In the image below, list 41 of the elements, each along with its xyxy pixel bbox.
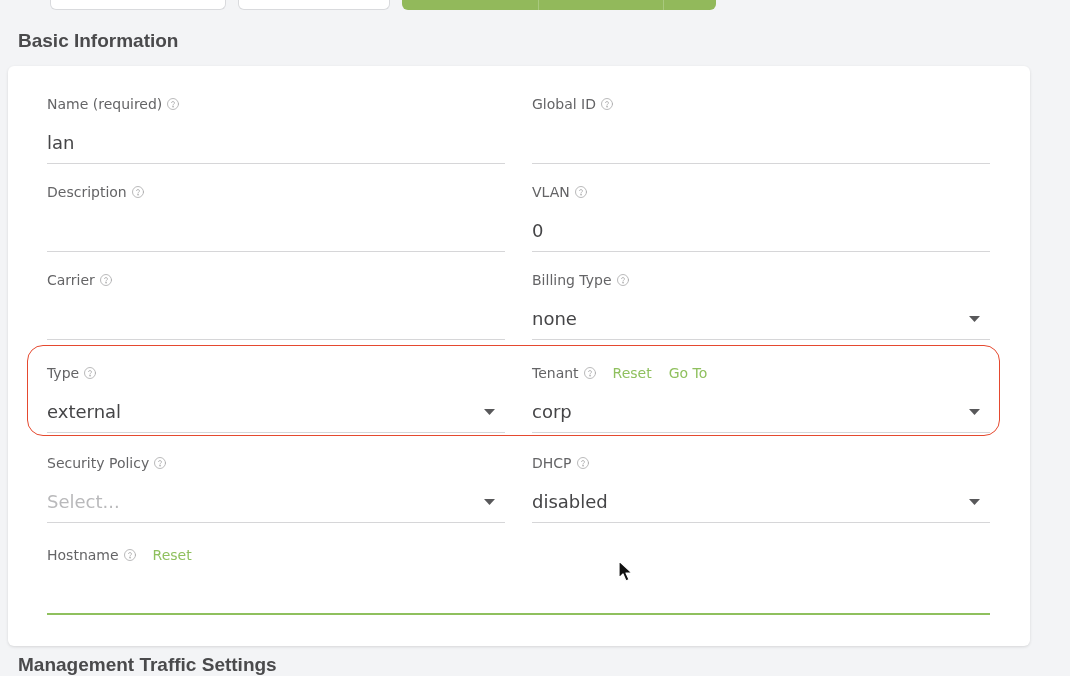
help-icon xyxy=(583,367,596,379)
field-label: Name (required) xyxy=(47,96,163,112)
text-input[interactable]: 0 xyxy=(532,210,990,252)
outline-button[interactable] xyxy=(238,0,390,10)
help-icon xyxy=(99,274,112,286)
field-label: VLAN xyxy=(532,184,570,200)
help-icon xyxy=(167,98,180,110)
primary-button[interactable] xyxy=(663,0,716,10)
field-label: Tenant xyxy=(532,365,579,381)
mouse-pointer-icon xyxy=(618,560,633,582)
field-label: Type xyxy=(47,365,80,381)
help-icon xyxy=(574,186,587,198)
caret-icon xyxy=(969,498,980,505)
field-label: Billing Type xyxy=(532,272,612,288)
dropdown-field[interactable]: disabled xyxy=(532,481,990,523)
field-label: Carrier xyxy=(47,272,95,288)
dropdown-field[interactable]: none xyxy=(532,298,990,340)
help-icon xyxy=(154,457,167,469)
field-label: Description xyxy=(47,184,127,200)
help-icon xyxy=(616,274,629,286)
field-label: Global ID xyxy=(532,96,597,112)
field-label: Hostname xyxy=(47,547,119,563)
help-icon xyxy=(131,186,144,198)
text-input[interactable]: lan xyxy=(47,122,505,164)
outline-button[interactable] xyxy=(50,0,226,10)
section-title: Management Traffic Settings xyxy=(18,655,277,675)
primary-button[interactable] xyxy=(402,0,538,10)
dropdown-field[interactable]: external xyxy=(47,391,505,433)
help-icon xyxy=(84,367,97,379)
caret-icon xyxy=(484,408,495,415)
field-label: DHCP xyxy=(532,455,572,471)
help-icon xyxy=(576,457,589,469)
section-title: Basic Information xyxy=(18,29,179,53)
dropdown-field[interactable]: corp xyxy=(532,391,990,433)
help-icon xyxy=(601,98,614,110)
primary-button[interactable] xyxy=(538,0,663,10)
caret-icon xyxy=(969,315,980,322)
field-label: Security Policy xyxy=(47,455,150,471)
help-icon xyxy=(123,549,136,561)
caret-icon xyxy=(969,408,980,415)
caret-icon xyxy=(484,498,495,505)
